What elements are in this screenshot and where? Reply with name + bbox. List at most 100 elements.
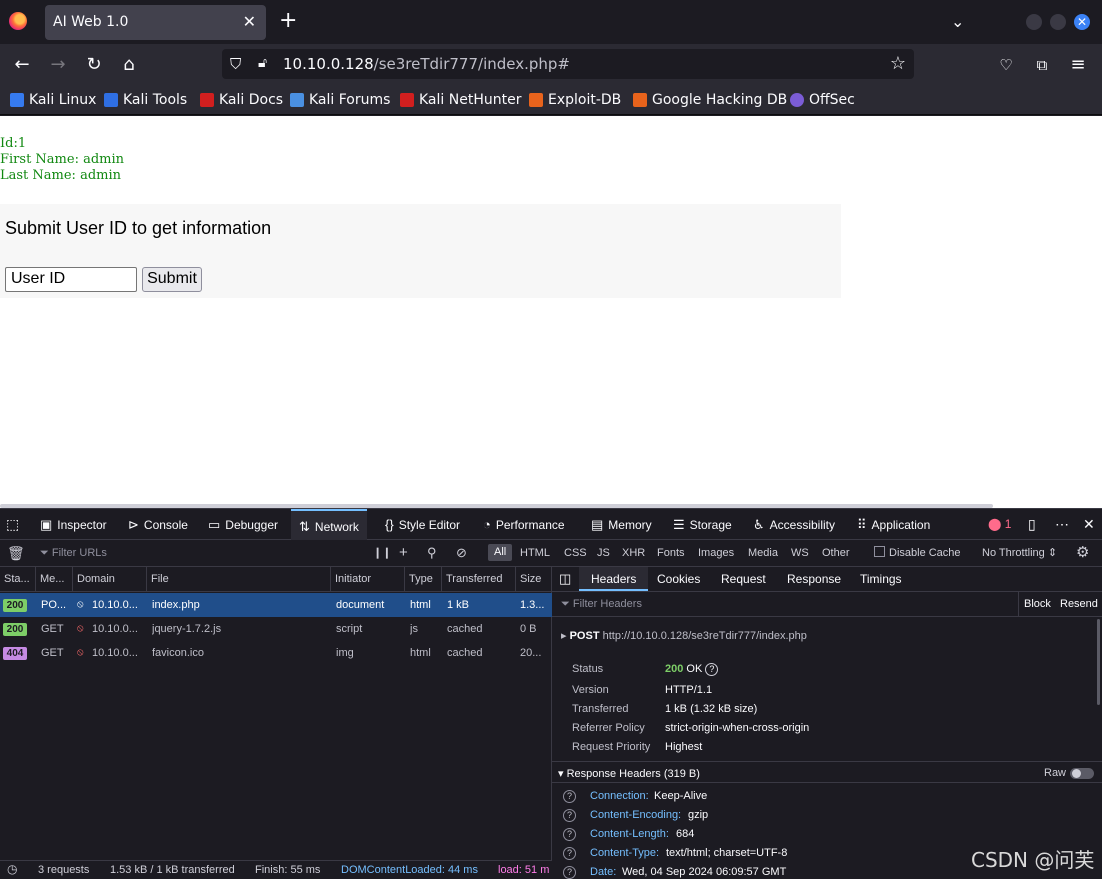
status-badge: 404 (3, 647, 27, 660)
search-icon[interactable]: ⚲ (427, 540, 437, 566)
tab-inspector[interactable]: ▣ Inspector (40, 509, 107, 540)
toggle-sidebar-icon[interactable]: ◫ (559, 567, 571, 591)
throttling-select[interactable]: No Throttling ⇕ (982, 540, 1057, 566)
close-devtools-icon[interactable]: ✕ (1083, 509, 1095, 540)
request-row[interactable]: 200 GET ⦸ 10.10.0... jquery-1.7.2.js scr… (0, 617, 552, 641)
menu-hamburger-icon[interactable]: ≡ (1067, 54, 1089, 76)
help-circle-icon[interactable]: ? (705, 663, 719, 676)
bookmark-kali-nethunter[interactable]: Kali NetHunter (400, 91, 521, 109)
column-method[interactable]: Me... (36, 567, 73, 591)
response-headers-section[interactable]: ▾ Response Headers (319 B) Raw (552, 761, 1102, 783)
type-filter-media[interactable]: Media (748, 540, 778, 566)
bookmark-offsec[interactable]: OffSec (790, 91, 855, 109)
bookmark-kali-docs[interactable]: Kali Docs (200, 91, 283, 109)
maximize-window-icon[interactable] (1050, 14, 1066, 30)
reload-icon[interactable]: ↻ (83, 54, 105, 76)
block-button[interactable]: Block (1024, 598, 1051, 610)
tab-style-editor[interactable]: {} Style Editor (385, 509, 460, 540)
help-circle-icon[interactable]: ? (563, 847, 576, 860)
home-icon[interactable]: ⌂ (118, 54, 140, 76)
type-filter-css[interactable]: CSS (564, 540, 587, 566)
pocket-icon[interactable]: ♡ (995, 54, 1017, 76)
help-circle-icon[interactable]: ? (563, 809, 576, 822)
tab-network[interactable]: ⇅ Network (291, 509, 367, 540)
column-initiator[interactable]: Initiator (331, 567, 405, 591)
storage-icon: ☰ (673, 517, 685, 532)
dock-side-icon[interactable]: ▯ (1028, 509, 1036, 540)
column-domain[interactable]: Domain (73, 567, 147, 591)
help-circle-icon[interactable]: ? (563, 790, 576, 803)
user-id-input[interactable]: User ID (5, 267, 137, 292)
bookmark-google-hacking-db[interactable]: Google Hacking DB (633, 91, 787, 109)
tab-application[interactable]: ⠿ Application (857, 509, 930, 540)
tab-timings[interactable]: Timings (860, 567, 902, 591)
bookmark-kali-tools[interactable]: Kali Tools (104, 91, 187, 109)
tab-storage[interactable]: ☰ Storage (673, 509, 732, 540)
tab-cookies[interactable]: Cookies (657, 567, 700, 591)
new-tab-icon[interactable]: + (279, 9, 297, 33)
raw-toggle-switch[interactable] (1070, 768, 1094, 779)
back-arrow-icon[interactable]: ← (11, 54, 33, 76)
type-filter-images[interactable]: Images (698, 540, 734, 566)
filter-urls-input[interactable]: ⏷ Filter URLs (40, 540, 107, 566)
submit-button[interactable]: Submit (142, 267, 202, 292)
response-headers-label: Response Headers (319 B) (566, 768, 700, 780)
tab-response[interactable]: Response (787, 567, 841, 591)
address-bar[interactable]: ⛉ 🔓︎ 10.10.0.128/se3reTdir777/index.php#… (222, 49, 914, 79)
extensions-icon[interactable]: ⧉ (1031, 54, 1053, 76)
bookmark-kali-forums[interactable]: Kali Forums (290, 91, 390, 109)
performance-analysis-icon[interactable]: ◷ (7, 862, 17, 876)
clear-requests-trash-icon[interactable]: 🗑︎ (7, 540, 25, 566)
filter-headers-input[interactable]: ⏷ Filter Headers (561, 598, 642, 611)
type-filter-html[interactable]: HTML (520, 540, 550, 566)
request-row[interactable]: 200 PO... ⦸ 10.10.0... index.php documen… (0, 593, 552, 617)
more-options-icon[interactable]: ⋯ (1055, 509, 1069, 540)
tab-accessibility[interactable]: ♿︎ Accessibility (753, 509, 835, 540)
forward-arrow-icon[interactable]: → (47, 54, 69, 76)
tab-memory[interactable]: ▤ Memory (591, 509, 652, 540)
resend-button[interactable]: Resend (1060, 598, 1098, 610)
tab-strip: AI Web 1.0 ✕ + ⌄ ✕ (0, 0, 1102, 44)
add-filter-plus-icon[interactable]: + (399, 540, 408, 566)
close-window-icon[interactable]: ✕ (1074, 14, 1090, 30)
tab-list-chevron-icon[interactable]: ⌄ (951, 12, 964, 31)
bookmark-star-icon[interactable]: ☆ (890, 53, 906, 74)
request-summary-line[interactable]: ▸ POST http://10.10.0.128/se3reTdir777/i… (561, 629, 807, 642)
request-row[interactable]: 404 GET ⦸ 10.10.0... favicon.ico img htm… (0, 641, 552, 665)
element-picker-icon[interactable]: ⬚ (6, 509, 19, 540)
firefox-logo-icon[interactable] (9, 12, 27, 30)
tab-label: Inspector (57, 518, 107, 532)
tab-request[interactable]: Request (721, 567, 766, 591)
block-requests-icon[interactable]: ⊘ (456, 540, 467, 566)
type-filter-fonts[interactable]: Fonts (657, 540, 685, 566)
type-filter-xhr[interactable]: XHR (622, 540, 645, 566)
column-status[interactable]: Sta... (0, 567, 36, 591)
insecure-lock-icon[interactable]: 🔓︎ (258, 55, 267, 71)
column-size[interactable]: Size (516, 567, 552, 591)
disable-cache-toggle[interactable]: Disable Cache (874, 540, 961, 566)
bookmark-exploit-db[interactable]: Exploit-DB (529, 91, 621, 109)
details-scrollbar[interactable] (1097, 619, 1100, 705)
bookmark-kali-linux[interactable]: Kali Linux (10, 91, 96, 109)
type-filter-js[interactable]: JS (597, 540, 610, 566)
error-count-badge[interactable]: ⬤ 1 (988, 509, 1011, 540)
minimize-window-icon[interactable] (1026, 14, 1042, 30)
pause-recording-icon[interactable]: ❙❙ (373, 540, 391, 566)
network-settings-gear-icon[interactable]: ⚙ (1076, 540, 1089, 566)
column-type[interactable]: Type (405, 567, 442, 591)
column-transferred[interactable]: Transferred (442, 567, 516, 591)
tab-performance[interactable]: ◔ Performance (483, 509, 565, 540)
type-filter-other[interactable]: Other (822, 540, 850, 566)
help-circle-icon[interactable]: ? (563, 866, 576, 879)
tab-headers[interactable]: Headers (579, 567, 649, 591)
tab-console[interactable]: ⊳ Console (128, 509, 188, 540)
help-circle-icon[interactable]: ? (563, 828, 576, 841)
column-file[interactable]: File (147, 567, 331, 591)
tracking-shield-icon[interactable]: ⛉ (230, 55, 241, 73)
type-filter-all[interactable]: All (488, 544, 513, 561)
type-filter-ws[interactable]: WS (791, 540, 809, 566)
url-text[interactable]: 10.10.0.128/se3reTdir777/index.php# (283, 55, 570, 73)
tab-debugger[interactable]: ▭ Debugger (208, 509, 278, 540)
tab-active[interactable]: AI Web 1.0 ✕ (45, 5, 266, 40)
tab-close-icon[interactable]: ✕ (243, 12, 256, 31)
